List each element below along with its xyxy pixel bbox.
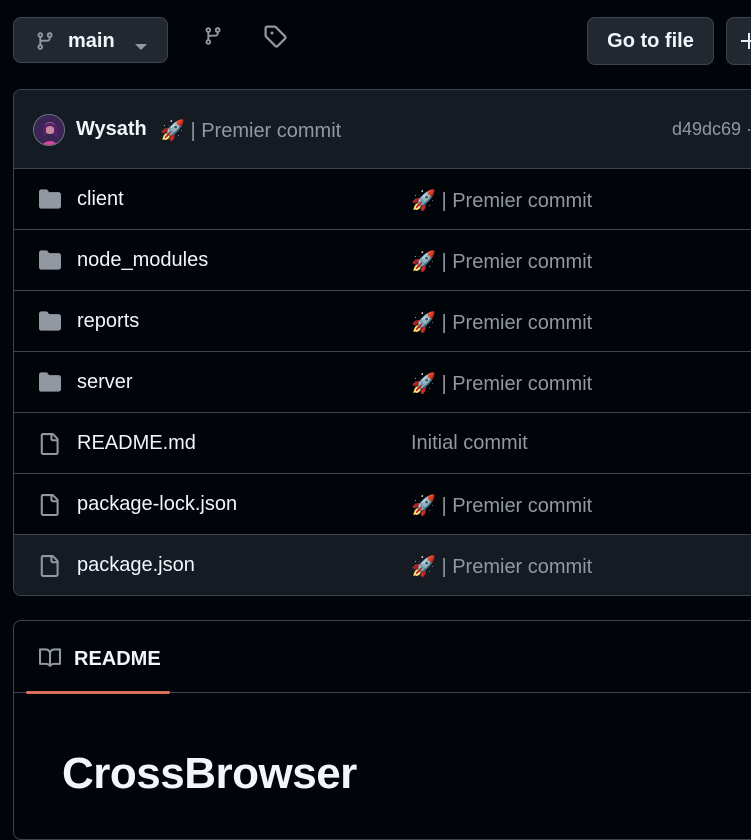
file-commit-message-link[interactable]: 🚀 | Premier commit	[411, 188, 592, 213]
file-name-link[interactable]: node_modules	[77, 249, 208, 272]
tags-link[interactable]	[259, 22, 291, 54]
file-icon	[38, 432, 60, 461]
file-name-link[interactable]: server	[77, 371, 133, 394]
plus-icon	[739, 31, 751, 56]
book-icon	[38, 647, 62, 674]
file-name-link[interactable]: package-lock.json	[77, 493, 237, 516]
latest-commit-bar: Wysath 🚀 | Premier commit d49dc69 ·	[14, 90, 751, 169]
readme-panel: README CrossBrowser	[13, 620, 751, 840]
readme-heading: CrossBrowser	[62, 749, 357, 798]
git-branch-icon	[203, 25, 223, 52]
file-name-link[interactable]: client	[77, 188, 124, 211]
file-browser: Wysath 🚀 | Premier commit d49dc69 · clie…	[13, 89, 751, 596]
file-row[interactable]: reports 🚀 | Premier commit	[14, 291, 751, 352]
file-commit-message-link[interactable]: 🚀 | Premier commit	[411, 554, 592, 579]
commit-hash-link[interactable]: d49dc69 ·	[672, 119, 751, 140]
active-tab-indicator	[26, 691, 170, 694]
file-commit-message-link[interactable]: 🚀 | Premier commit	[411, 249, 592, 274]
file-commit-message-link[interactable]: 🚀 | Premier commit	[411, 371, 592, 396]
readme-tabbar: README	[14, 621, 751, 694]
repo-toolbar: main Go to file	[0, 0, 751, 80]
tab-readme[interactable]: README	[26, 621, 170, 694]
file-commit-message-link[interactable]: Initial commit	[411, 432, 528, 455]
folder-icon	[38, 249, 62, 276]
add-file-button[interactable]	[726, 17, 751, 65]
file-row[interactable]: README.md Initial commit	[14, 413, 751, 474]
folder-icon	[38, 310, 62, 337]
branch-name: main	[68, 30, 115, 52]
git-branch-icon	[35, 30, 55, 57]
file-row[interactable]: package.json 🚀 | Premier commit	[14, 535, 751, 595]
file-icon	[38, 554, 60, 583]
branches-link[interactable]	[197, 22, 229, 54]
file-row[interactable]: node_modules 🚀 | Premier commit	[14, 230, 751, 291]
tab-readme-label: README	[74, 648, 161, 670]
go-to-file-button[interactable]: Go to file	[587, 17, 714, 65]
file-list: client 🚀 | Premier commit node_modules 🚀 | …	[14, 169, 751, 595]
tag-icon	[263, 24, 287, 53]
branch-selector-button[interactable]: main	[13, 17, 168, 63]
file-name-link[interactable]: reports	[77, 310, 139, 333]
file-name-link[interactable]: README.md	[77, 432, 196, 455]
avatar[interactable]	[33, 114, 65, 146]
file-row[interactable]: package-lock.json 🚀 | Premier commit	[14, 474, 751, 535]
file-commit-message-link[interactable]: 🚀 | Premier commit	[411, 310, 592, 335]
file-row[interactable]: server 🚀 | Premier commit	[14, 352, 751, 413]
commit-author-link[interactable]: Wysath	[76, 118, 147, 141]
folder-icon	[38, 188, 62, 215]
file-row[interactable]: client 🚀 | Premier commit	[14, 169, 751, 230]
commit-message-link[interactable]: 🚀 | Premier commit	[160, 118, 341, 143]
file-name-link[interactable]: package.json	[77, 554, 195, 577]
folder-icon	[38, 371, 62, 398]
file-icon	[38, 493, 60, 522]
triangle-down-icon	[134, 38, 148, 56]
file-commit-message-link[interactable]: 🚀 | Premier commit	[411, 493, 592, 518]
